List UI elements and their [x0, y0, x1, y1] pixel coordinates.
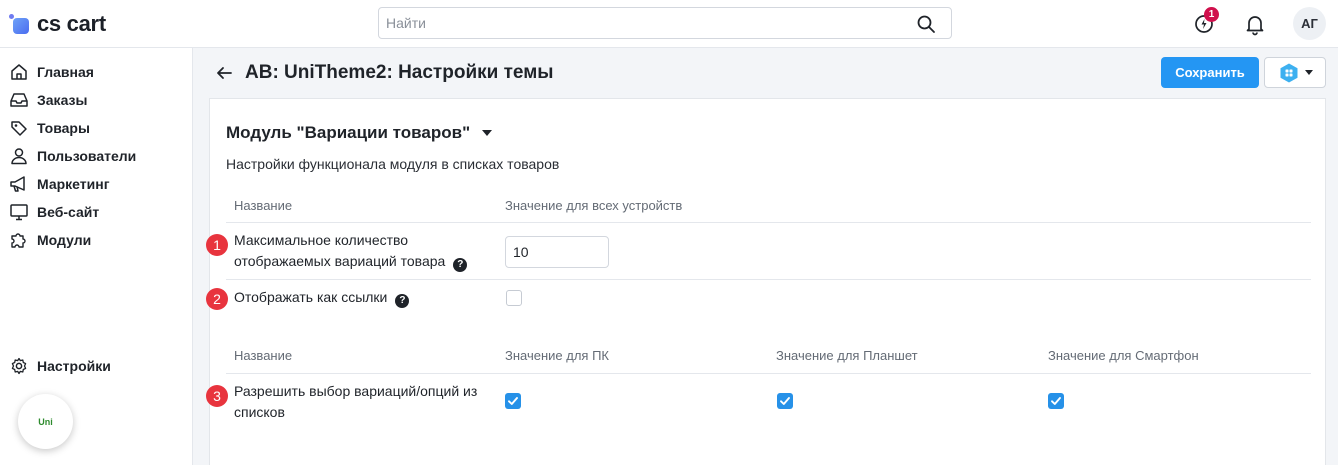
setting-label-allow-variation-select: Разрешить выбор вариаций/опций из списко… — [234, 381, 477, 423]
logo-mark-icon — [9, 12, 33, 36]
sidebar-item-marketing[interactable]: Маркетинг — [9, 172, 110, 196]
cs-cart-logo[interactable]: cs cart — [9, 10, 106, 38]
sidebar-item-label: Заказы — [37, 92, 88, 108]
row-marker: 1 — [206, 234, 228, 256]
megaphone-icon — [10, 176, 25, 192]
label-line: Разрешить выбор вариаций/опций из — [234, 383, 478, 399]
sidebar-item-products[interactable]: Товары — [9, 116, 90, 140]
section-title[interactable]: Модуль "Вариации товаров" — [226, 123, 493, 143]
settings-card: Модуль "Вариации товаров" Настройки функ… — [206, 98, 1326, 465]
column-header-pc: Значение для ПК — [505, 348, 609, 363]
sidebar-item-label: Главная — [37, 64, 94, 80]
label-line: отображаемых вариаций товара — [234, 253, 446, 269]
home-icon — [11, 64, 27, 80]
show-as-links-checkbox[interactable] — [506, 290, 522, 306]
sidebar-item-label: Модули — [37, 232, 92, 248]
sidebar-item-label: Веб-сайт — [37, 204, 100, 220]
section-title-text: Модуль "Вариации товаров" — [226, 123, 471, 142]
page-title: AB: UniTheme2: Настройки темы — [245, 62, 554, 83]
row-marker: 3 — [206, 385, 228, 407]
gear-icon — [11, 357, 27, 375]
column-header-tablet: Значение для Планшет — [776, 348, 918, 363]
label-line: Отображать как ссылки — [234, 289, 388, 305]
search-icon[interactable] — [916, 14, 936, 34]
section-description: Настройки функционала модуля в списках т… — [226, 156, 560, 172]
help-icon[interactable]: ? — [453, 258, 468, 272]
back-arrow-icon[interactable] — [215, 64, 233, 82]
column-header-all-devices: Значение для всех устройств — [505, 198, 683, 213]
label-line: Максимальное количество — [234, 232, 409, 248]
puzzle-icon — [11, 233, 26, 248]
checkmark-icon — [1051, 397, 1061, 405]
checkmark-icon — [508, 397, 518, 405]
sidebar-item-home[interactable]: Главная — [9, 60, 94, 84]
user-icon — [11, 148, 27, 165]
column-header-phone: Значение для Смартфон — [1048, 348, 1199, 363]
sidebar-item-users[interactable]: Пользователи — [9, 144, 136, 168]
page-header: AB: UniTheme2: Настройки темы Сохранить — [193, 48, 1338, 98]
logo-text: cs cart — [37, 11, 106, 36]
chevron-down-icon — [482, 130, 493, 136]
setting-label-show-as-links: Отображать как ссылки? — [234, 287, 410, 308]
smartphone-checkbox[interactable] — [1048, 393, 1064, 409]
addon-menu-button[interactable] — [1264, 57, 1326, 88]
pc-checkbox[interactable] — [505, 393, 521, 409]
monitor-icon — [10, 204, 28, 221]
sidebar-item-label: Настройки — [37, 358, 111, 374]
checkmark-icon — [780, 397, 790, 405]
sidebar-item-website[interactable]: Веб-сайт — [9, 200, 99, 224]
unitheme-icon — [1280, 63, 1297, 82]
setting-label-max-variations: Максимальное количество отображаемых вар… — [234, 230, 468, 272]
sidebar-item-label: Маркетинг — [37, 176, 110, 192]
unitheme-chat-bubble[interactable]: Uni — [18, 394, 73, 449]
sidebar-item-addons[interactable]: Модули — [9, 228, 91, 252]
divider — [226, 222, 1311, 223]
tablet-checkbox[interactable] — [777, 393, 793, 409]
sidebar-item-orders[interactable]: Заказы — [9, 88, 87, 112]
help-icon[interactable]: ? — [395, 294, 410, 308]
divider — [226, 373, 1311, 374]
chevron-down-icon — [1304, 70, 1313, 75]
inbox-icon — [10, 93, 28, 107]
search-input[interactable] — [379, 8, 899, 38]
max-variations-input[interactable] — [505, 236, 609, 268]
divider — [226, 279, 1311, 280]
label-line-2: отображаемых вариаций товара? — [234, 251, 468, 272]
column-header-name: Название — [234, 198, 293, 213]
tag-icon — [11, 121, 27, 136]
row-marker: 2 — [206, 288, 228, 310]
sidebar-item-label: Товары — [37, 120, 90, 136]
user-avatar[interactable]: АГ — [1293, 7, 1326, 40]
column-header-name: Название — [234, 348, 293, 363]
search-box[interactable] — [378, 7, 952, 39]
bell-icon[interactable] — [1243, 12, 1267, 36]
notification-count-badge: 1 — [1204, 7, 1219, 22]
save-button[interactable]: Сохранить — [1161, 57, 1259, 88]
sidebar-item-settings[interactable]: Настройки — [9, 354, 111, 378]
top-bar: cs cart 1 АГ — [0, 0, 1338, 48]
sidebar-item-label: Пользователи — [37, 148, 137, 164]
sidebar: Главная Заказы Товары Пользователи Марке… — [0, 48, 193, 465]
label-line: списков — [234, 404, 285, 420]
